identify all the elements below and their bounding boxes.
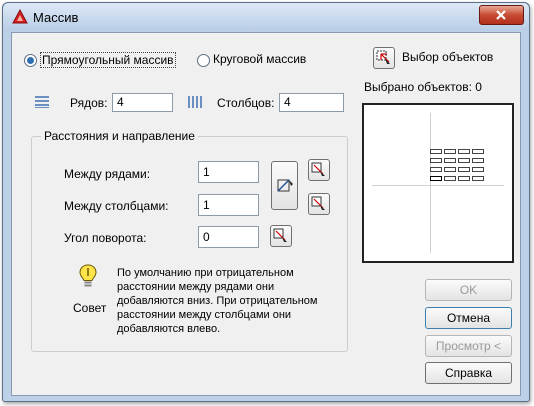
rectangular-array-label[interactable]: Прямоугольный массив: [40, 52, 176, 68]
rectangular-array-radio[interactable]: [24, 54, 37, 67]
pick-column-offset-button[interactable]: [308, 193, 330, 215]
polar-array-label[interactable]: Круговой массив: [213, 52, 306, 66]
select-objects-label: Выбор объектов: [402, 50, 494, 64]
window-title: Массив: [33, 10, 79, 25]
ok-button[interactable]: OK: [425, 279, 512, 301]
preview-cell: [472, 167, 484, 172]
pick-row-offset-button[interactable]: [308, 159, 330, 181]
close-button[interactable]: [479, 5, 524, 25]
columns-input[interactable]: 4: [279, 93, 344, 112]
preview-axis-y: [430, 113, 431, 253]
preview-cell: [430, 176, 442, 181]
offset-group-legend: Расстояния и направление: [41, 129, 198, 143]
pick-angle-button[interactable]: [270, 225, 292, 247]
preview-cell: [444, 167, 456, 172]
pick-unit-cell-button[interactable]: [271, 161, 298, 210]
columns-label: Столбцов:: [217, 96, 275, 110]
preview-cell: [458, 158, 470, 163]
app-icon: [12, 8, 28, 25]
pick-icon: [311, 162, 325, 176]
row-offset-input[interactable]: 1: [198, 161, 259, 183]
preview-cell: [430, 167, 442, 172]
polar-array-radio[interactable]: [197, 54, 210, 67]
preview-cell: [430, 149, 442, 154]
preview-cell: [444, 149, 456, 154]
pick-both-offsets-icon: [277, 179, 293, 192]
preview-cell: [444, 158, 456, 163]
select-cursor-icon: [376, 50, 390, 64]
selected-count-text: Выбрано объектов: 0: [364, 80, 482, 94]
preview-axis-x: [372, 185, 504, 186]
dialog-body: Прямоугольный массив Круговой массив Выб…: [11, 32, 521, 396]
column-offset-label: Между столбцами:: [64, 199, 169, 213]
preview-cell: [472, 158, 484, 163]
preview-cell: [472, 176, 484, 181]
preview-cell: [430, 158, 442, 163]
column-offset-input[interactable]: 1: [198, 194, 259, 216]
columns-icon: [187, 95, 203, 112]
pick-icon: [311, 196, 325, 210]
rows-input[interactable]: 4: [112, 93, 173, 112]
tip-text: По умолчанию при отрицательном расстояни…: [117, 267, 318, 335]
close-icon: [496, 10, 506, 20]
preview-cell: [472, 149, 484, 154]
array-preview: [362, 103, 514, 263]
preview-cell: [458, 176, 470, 181]
tip-label: Совет: [73, 301, 107, 315]
angle-label: Угол поворота:: [64, 231, 147, 245]
rows-label: Рядов:: [70, 96, 108, 110]
rows-icon: [34, 95, 50, 112]
array-dialog: Массив Прямоугольный массив Круговой мас…: [2, 2, 530, 402]
angle-input[interactable]: 0: [198, 226, 259, 248]
pick-icon: [273, 228, 287, 242]
tip-lightbulb-icon: [79, 264, 97, 293]
preview-cell: [444, 176, 456, 181]
select-objects-button[interactable]: [373, 47, 395, 69]
preview-cell: [458, 167, 470, 172]
row-offset-label: Между рядами:: [64, 167, 151, 181]
preview-cell: [458, 149, 470, 154]
preview-button[interactable]: Просмотр <: [425, 335, 512, 357]
title-bar[interactable]: Массив: [3, 3, 529, 31]
help-button[interactable]: Справка: [425, 362, 512, 384]
cancel-button[interactable]: Отмена: [425, 307, 512, 329]
